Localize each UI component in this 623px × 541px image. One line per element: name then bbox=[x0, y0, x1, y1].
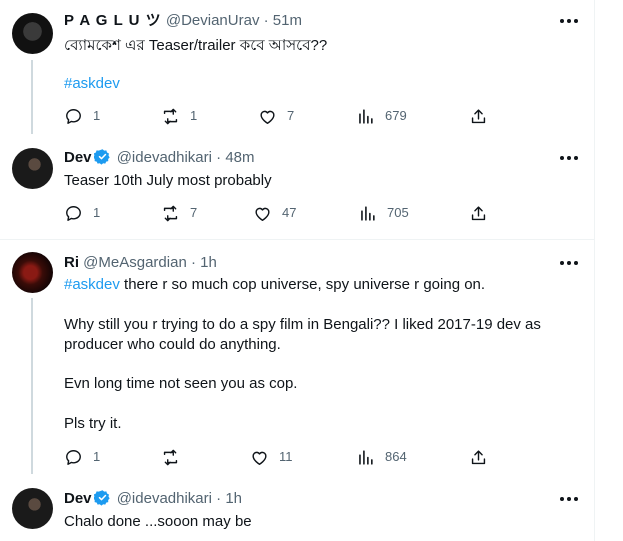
more-icon[interactable] bbox=[558, 148, 580, 168]
separator: · bbox=[216, 490, 222, 507]
post-paragraph-3: Evn long time not seen you as cop. bbox=[64, 375, 298, 392]
reply-count: 1 bbox=[93, 205, 101, 220]
reply-count: 1 bbox=[93, 449, 101, 464]
repost-button[interactable]: 1 bbox=[161, 106, 197, 126]
post-text: Chalo done ...sooon may be bbox=[64, 513, 252, 530]
views-button[interactable]: 864 bbox=[356, 447, 407, 467]
post-actions: 1 11 864 bbox=[64, 447, 494, 467]
like-button[interactable]: 47 bbox=[253, 203, 296, 223]
reply-count: 1 bbox=[93, 108, 101, 123]
post-actions: 1 1 7 679 bbox=[64, 106, 494, 126]
share-icon bbox=[471, 449, 486, 464]
user-handle[interactable]: @idevadhikari bbox=[117, 149, 212, 166]
repost-count: 1 bbox=[190, 108, 198, 123]
reply-icon bbox=[66, 449, 81, 465]
views-icon bbox=[359, 449, 373, 465]
separator: · bbox=[216, 149, 222, 166]
views-button[interactable]: 705 bbox=[358, 203, 409, 223]
like-icon bbox=[252, 451, 267, 465]
repost-icon bbox=[163, 449, 178, 465]
post-header: P A G L U ツ @DevianUrav · 51m bbox=[64, 11, 302, 31]
timeline-right-border bbox=[594, 0, 595, 541]
views-icon bbox=[359, 108, 373, 124]
more-icon[interactable] bbox=[558, 11, 580, 31]
like-count: 11 bbox=[279, 449, 293, 464]
avatar[interactable] bbox=[12, 13, 53, 54]
share-button[interactable] bbox=[469, 203, 488, 223]
separator: · bbox=[190, 254, 196, 271]
views-icon bbox=[361, 205, 375, 221]
repost-icon bbox=[163, 205, 178, 221]
post-text: ব্যোমকেশ এর Teaser/trailer কবে আসবে?? bbox=[64, 37, 328, 54]
avatar[interactable] bbox=[12, 148, 53, 189]
post-paragraph-2: Why still you r trying to do a spy film … bbox=[64, 316, 546, 353]
repost-icon bbox=[163, 108, 178, 124]
timestamp[interactable]: 1h bbox=[225, 490, 242, 507]
repost-count: 7 bbox=[190, 205, 198, 220]
like-button[interactable]: 7 bbox=[258, 106, 294, 126]
timestamp[interactable]: 51m bbox=[273, 12, 302, 29]
post-divider bbox=[0, 239, 594, 240]
separator: · bbox=[263, 12, 269, 29]
share-icon bbox=[471, 108, 486, 123]
timestamp[interactable]: 1h bbox=[200, 254, 217, 271]
display-name[interactable]: P A G L U ツ bbox=[64, 12, 162, 29]
view-count: 679 bbox=[385, 108, 407, 123]
display-name[interactable]: Dev bbox=[64, 149, 92, 166]
reply-button[interactable]: 1 bbox=[64, 447, 100, 467]
repost-button[interactable]: 7 bbox=[161, 203, 197, 223]
like-count: 47 bbox=[282, 205, 297, 220]
post-text: Teaser 10th July most probably bbox=[64, 172, 272, 189]
user-handle[interactable]: @DevianUrav bbox=[166, 12, 260, 29]
share-button[interactable] bbox=[469, 447, 488, 467]
user-handle[interactable]: @idevadhikari bbox=[117, 490, 212, 507]
reply-icon bbox=[66, 108, 81, 124]
display-name[interactable]: Ri bbox=[64, 254, 79, 271]
views-button[interactable]: 679 bbox=[356, 106, 407, 126]
view-count: 864 bbox=[385, 449, 407, 464]
post-paragraph-4: Pls try it. bbox=[64, 415, 122, 432]
repost-button[interactable] bbox=[161, 447, 190, 467]
avatar[interactable] bbox=[12, 488, 53, 529]
thread-line bbox=[31, 60, 33, 134]
post-header: Ri @MeAsgardian · 1h bbox=[64, 253, 217, 273]
display-name[interactable]: Dev bbox=[64, 490, 92, 507]
like-count: 7 bbox=[287, 108, 295, 123]
share-button[interactable] bbox=[469, 106, 488, 126]
view-count: 705 bbox=[387, 205, 409, 220]
user-handle[interactable]: @MeAsgardian bbox=[83, 254, 187, 271]
like-icon bbox=[260, 110, 275, 124]
hashtag-link[interactable]: #askdev bbox=[64, 74, 120, 94]
more-icon[interactable] bbox=[558, 253, 580, 273]
post-text-line-1: #askdev there r so much cop universe, sp… bbox=[64, 275, 574, 295]
reply-button[interactable]: 1 bbox=[64, 203, 100, 223]
more-icon[interactable] bbox=[558, 489, 580, 509]
post-header: Dev @idevadhikari · 1h bbox=[64, 489, 242, 509]
timestamp[interactable]: 48m bbox=[225, 149, 254, 166]
reply-icon bbox=[66, 205, 81, 221]
avatar[interactable] bbox=[12, 252, 53, 293]
like-button[interactable]: 11 bbox=[250, 447, 293, 467]
like-icon bbox=[255, 207, 270, 221]
post-actions: 1 7 47 705 bbox=[64, 203, 494, 223]
share-icon bbox=[471, 205, 486, 220]
thread-line bbox=[31, 298, 33, 474]
post-text: there r so much cop universe, spy univer… bbox=[119, 276, 486, 293]
post-header: Dev @idevadhikari · 48m bbox=[64, 148, 255, 168]
reply-button[interactable]: 1 bbox=[64, 106, 100, 126]
hashtag-link[interactable]: #askdev bbox=[64, 276, 120, 293]
verified-badge-icon bbox=[93, 490, 110, 506]
verified-badge-icon bbox=[93, 149, 110, 165]
